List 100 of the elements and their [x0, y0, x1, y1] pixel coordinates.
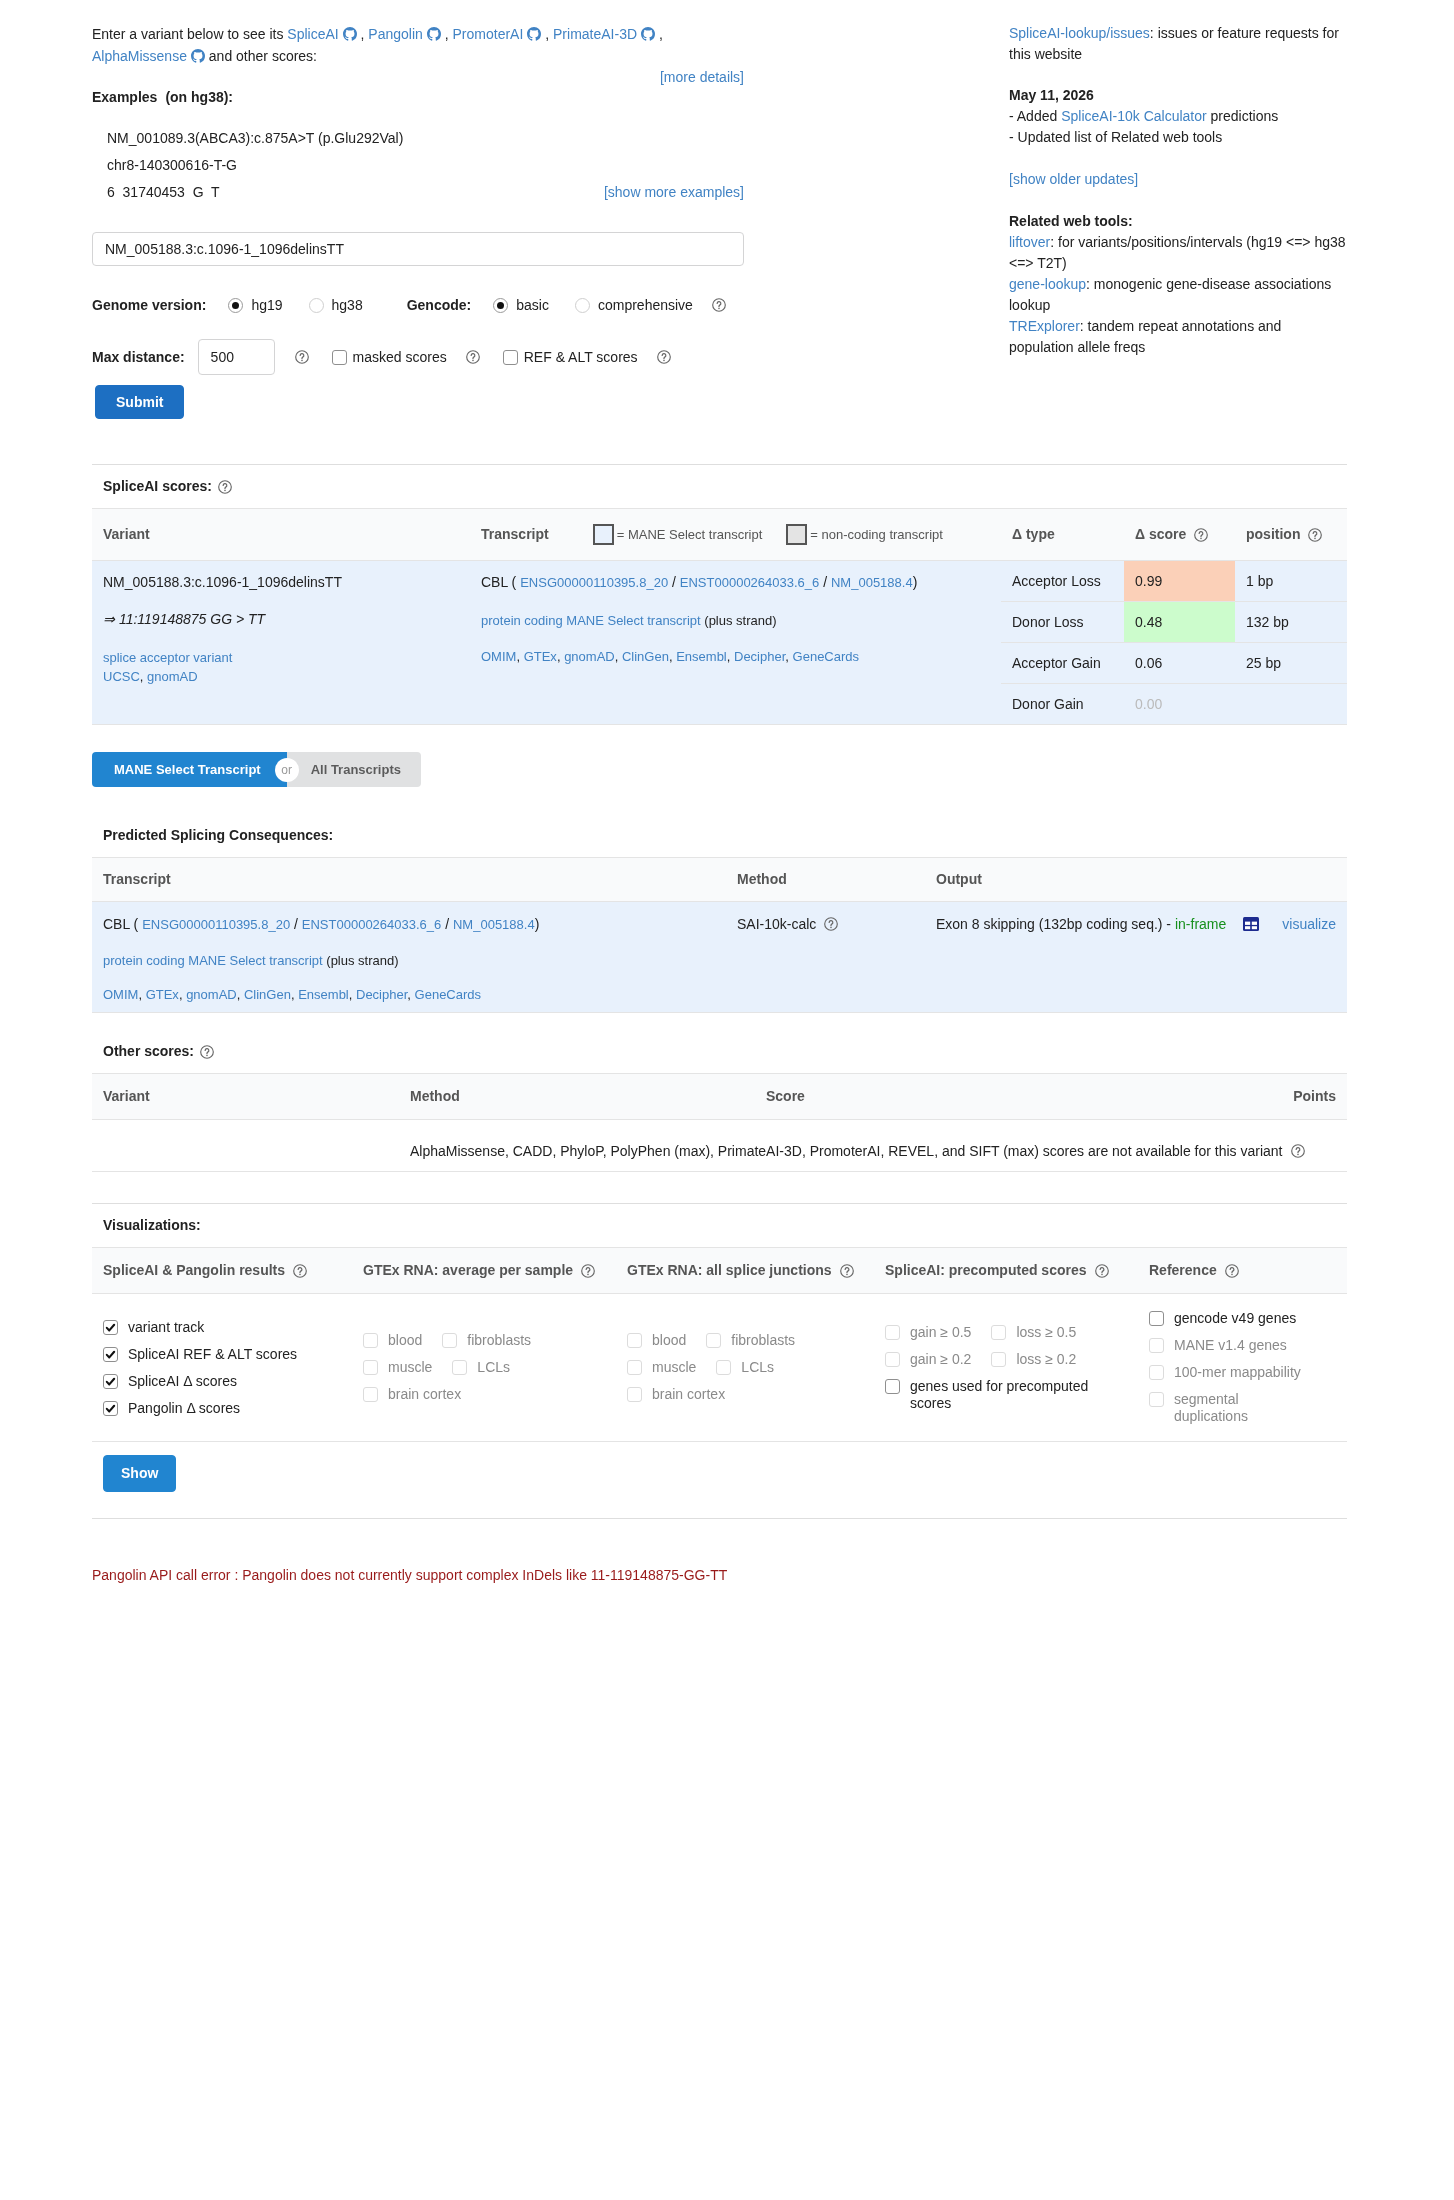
transcript-tag-link[interactable]: MANE Select transcript — [188, 953, 323, 968]
cat-icon[interactable] — [527, 27, 542, 41]
option-label: LCLs — [741, 1359, 775, 1376]
delta-score: 0.00 — [1124, 683, 1235, 725]
transcript-id-link[interactable]: ENST00000264033.6_6 — [679, 575, 820, 590]
column-header: Variant — [103, 525, 150, 544]
option-label: brain cortex — [652, 1386, 726, 1403]
variant-input[interactable]: NM_005188.3:c.1096-1_1096delinsTT — [92, 232, 744, 266]
column-header: Δ score — [1135, 525, 1187, 544]
checkbox[interactable] — [103, 1346, 118, 1362]
consequence-link[interactable]: splice acceptor variant — [103, 650, 233, 665]
score-position: 1 bp — [1246, 573, 1274, 589]
resource-link[interactable]: Decipher — [356, 987, 408, 1002]
option-label: brain cortex — [388, 1386, 462, 1403]
field-label: Gencode: — [406, 295, 472, 315]
resource-link[interactable]: ClinGen — [621, 649, 669, 664]
method-name: SAI-10k-calc — [737, 915, 817, 934]
legend-label: = non-coding transcript — [810, 526, 943, 544]
transcript-tag-link[interactable]: MANE Select transcript — [566, 613, 701, 628]
news-link[interactable]: SpliceAI-10k Calculator — [1061, 108, 1207, 124]
submit-button[interactable]: Submit — [95, 385, 185, 419]
news-item: - Added SpliceAI-10k Calculator predictions — [1009, 107, 1279, 126]
field-label: Genome version: — [92, 295, 207, 315]
checkbox[interactable] — [103, 1319, 118, 1335]
delta-type: Acceptor Gain — [1012, 655, 1101, 671]
issues-link[interactable]: SpliceAI-lookup/issues — [1009, 25, 1150, 41]
table-icon[interactable] — [1243, 917, 1260, 931]
checkbox[interactable] — [331, 349, 347, 365]
examples-heading: Examples — [92, 88, 158, 107]
column-header: Variant — [103, 1087, 150, 1106]
column-header: GTEx RNA: average per sample — [363, 1261, 574, 1280]
resource-link[interactable]: Ensembl — [298, 987, 349, 1002]
radio-button[interactable] — [308, 297, 324, 313]
example-link[interactable]: NM_001089.3(ABCA3):c.875A>T (p.Glu292Val) — [107, 125, 404, 152]
radio-button[interactable] — [493, 297, 509, 313]
resource-link[interactable]: GTEx — [145, 987, 179, 1002]
show-button[interactable]: Show — [103, 1455, 177, 1492]
transcript-id-link[interactable]: ENST00000264033.6_6 — [301, 917, 442, 932]
transcript-id-link[interactable]: NM_005188.4 — [831, 575, 913, 590]
score-tool-link[interactable]: AlphaMissense — [92, 48, 187, 64]
resource-link[interactable]: ClinGen — [243, 987, 291, 1002]
delta-type: Acceptor Loss — [1012, 573, 1101, 589]
error-message: Pangolin API call error : Pangolin does not currently support complex InDels like 11-119148875-GG-TT — [92, 1566, 728, 1585]
checkbox[interactable] — [103, 1400, 118, 1416]
checkbox[interactable] — [103, 1373, 118, 1389]
resource-link[interactable]: GeneCards — [792, 649, 860, 664]
score-tool-link[interactable]: PromoterAI — [452, 26, 524, 42]
option-label: blood — [388, 1332, 423, 1349]
example-link[interactable]: chr8-140300616-T-G — [107, 152, 237, 179]
checkbox[interactable] — [1149, 1311, 1164, 1326]
option-label: blood — [652, 1332, 687, 1349]
news-date: May 11, 2026 — [1009, 86, 1094, 105]
more-details-link[interactable]: [more details] — [659, 69, 744, 85]
radio-button[interactable] — [228, 297, 244, 313]
transcript-id-link[interactable]: NM_005188.4 — [453, 917, 535, 932]
example-link[interactable]: 6 31740453 G T — [107, 179, 220, 206]
resource-link[interactable]: gnomAD — [186, 987, 237, 1002]
transcript-tag-link[interactable]: protein coding — [103, 953, 185, 968]
cat-icon[interactable] — [426, 27, 441, 41]
column-header: GTEx RNA: all splice junctions — [627, 1261, 832, 1280]
score-tool-link[interactable]: PrimateAI-3D — [553, 26, 638, 42]
database-link[interactable]: UCSC — [103, 669, 140, 684]
more-examples-link[interactable]: [show more examples] — [603, 179, 744, 206]
score-tool-link[interactable]: Pangolin — [368, 26, 423, 42]
column-header: SpliceAI: precomputed scores — [885, 1261, 1087, 1280]
option-label: 100-mer mappability — [1174, 1364, 1301, 1381]
option-label: hg38 — [331, 295, 363, 315]
option-label: gencode v49 genes — [1174, 1310, 1297, 1327]
resource-link[interactable]: GTEx — [523, 649, 557, 664]
visualize-link[interactable]: visualize — [1282, 914, 1336, 934]
option-label: comprehensive — [597, 295, 693, 315]
older-updates-link[interactable]: [show older updates] — [1009, 171, 1139, 187]
resource-link[interactable]: GeneCards — [414, 987, 482, 1002]
cat-icon[interactable] — [342, 27, 357, 41]
variant-id: NM_005188.3:c.1096-1_1096delinsTT — [103, 573, 342, 592]
column-header: SpliceAI & Pangolin results — [103, 1261, 286, 1280]
checkbox[interactable] — [502, 349, 518, 365]
score-tool-link[interactable]: SpliceAI — [287, 26, 339, 42]
tool-link[interactable]: TRExplorer — [1009, 318, 1080, 334]
resource-link[interactable]: gnomAD — [564, 649, 615, 664]
database-link[interactable]: gnomAD — [147, 669, 198, 684]
cat-icon[interactable] — [641, 27, 656, 41]
option-label: SpliceAI REF & ALT scores — [128, 1345, 298, 1363]
section-title: Predicted Splicing Consequences: — [103, 826, 334, 845]
checkbox[interactable] — [885, 1378, 900, 1394]
availability-note: AlphaMissense, CADD, PhyloP, PolyPhen (max), PrimateAI-3D, PromoterAI, REVEL, and SIFT (max) scores are not available for this variant — [410, 1142, 1283, 1161]
option-label: loss ≥ 0.5 — [1016, 1323, 1077, 1341]
delta-type: Donor Gain — [1012, 696, 1084, 712]
option-label: segmental duplications — [1174, 1391, 1249, 1425]
resource-link[interactable]: Decipher — [734, 649, 786, 664]
option-label: variant track — [128, 1318, 205, 1336]
max-distance-input[interactable]: 500 — [197, 339, 275, 375]
cat-icon[interactable] — [190, 49, 205, 63]
transcript-tag-link[interactable]: protein coding — [481, 613, 563, 628]
transcript-ids: CBL ( ENSG00000110395.8_20 / ENST00000264033.6_6 / NM_005188.4) — [103, 915, 540, 934]
transcript-id-link[interactable]: ENSG00000110395.8_20 — [520, 575, 669, 590]
radio-button[interactable] — [574, 297, 590, 313]
resource-link[interactable]: Ensembl — [676, 649, 727, 664]
column-header: Δ type — [1012, 525, 1055, 544]
transcript-id-link[interactable]: ENSG00000110395.8_20 — [142, 917, 291, 932]
